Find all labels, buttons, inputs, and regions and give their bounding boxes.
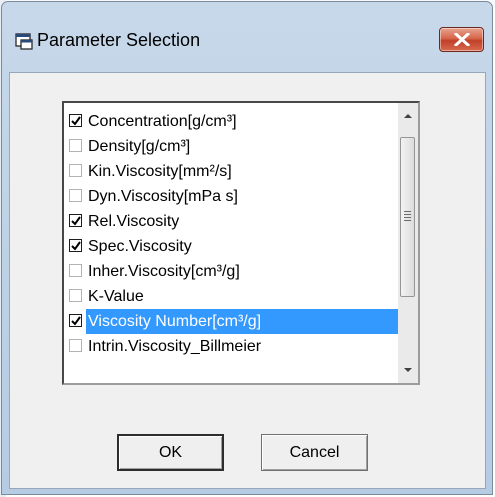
checklist-item-label: Intrin.Viscosity_Billmeier (88, 338, 262, 355)
checklist-item[interactable]: Dyn.Viscosity[mPa s] (64, 184, 400, 209)
checklist-item[interactable]: Kin.Viscosity[mm²/s] (64, 159, 400, 184)
checklist-rows: Concentration[g/cm³] Density[g/cm³] Kin.Vi… (64, 109, 400, 359)
checkbox[interactable] (69, 339, 82, 352)
checklist-item[interactable]: Inher.Viscosity[cm³/g] (64, 259, 400, 284)
checkmark-icon (71, 116, 81, 126)
checklist-item-label: Spec.Viscosity (88, 238, 192, 255)
checkmark-icon (71, 316, 81, 326)
checklist-item-label: Rel.Viscosity (88, 213, 180, 230)
checklist-item[interactable]: Concentration[g/cm³] (64, 109, 400, 134)
checkbox[interactable] (69, 164, 82, 177)
title-bar[interactable]: Parameter Selection (2, 2, 492, 72)
close-button[interactable] (439, 27, 484, 52)
cancel-button[interactable]: Cancel (261, 434, 368, 471)
checklist-item[interactable]: Viscosity Number[cm³/g] (64, 309, 400, 334)
parameter-selection-dialog: Parameter Selection Concentration[g/cm³]… (1, 1, 493, 495)
checklist-item-label: Viscosity Number[cm³/g] (86, 309, 398, 334)
grip-line-icon (404, 217, 411, 218)
grip-line-icon (404, 220, 411, 221)
checklist-item-label: Inher.Viscosity[cm³/g] (88, 263, 240, 280)
chevron-down-icon (404, 368, 412, 372)
grip-line-icon (404, 214, 411, 215)
checkbox[interactable] (69, 289, 82, 302)
checkbox[interactable] (69, 264, 82, 277)
window-title: Parameter Selection (37, 30, 201, 50)
checklist-item[interactable]: Rel.Viscosity (64, 209, 400, 234)
scroll-up-button[interactable] (398, 103, 418, 129)
grip-line-icon (404, 211, 411, 212)
ok-button[interactable]: OK (117, 434, 224, 471)
checkbox[interactable] (69, 114, 82, 127)
parameter-checklist[interactable]: Concentration[g/cm³] Density[g/cm³] Kin.Vi… (62, 101, 420, 385)
checkbox[interactable] (69, 139, 82, 152)
chevron-up-icon (404, 114, 412, 118)
scroll-down-button[interactable] (398, 357, 418, 383)
checkbox[interactable] (69, 189, 82, 202)
checklist-item[interactable]: Intrin.Viscosity_Billmeier (64, 334, 400, 359)
vertical-scrollbar[interactable] (398, 103, 418, 383)
checklist-item[interactable]: K-Value (64, 284, 400, 309)
checklist-item-label: K-Value (88, 288, 144, 305)
checkbox[interactable] (69, 314, 82, 327)
checklist-item-label: Kin.Viscosity[mm²/s] (88, 163, 232, 180)
checkmark-icon (71, 241, 81, 251)
checklist-item-label: Dyn.Viscosity[mPa s] (88, 188, 238, 205)
scrollbar-thumb[interactable] (400, 137, 415, 297)
checklist-item[interactable]: Density[g/cm³] (64, 134, 400, 159)
checklist-item-label: Concentration[g/cm³] (88, 113, 237, 130)
dialog-client-area: Concentration[g/cm³] Density[g/cm³] Kin.Vi… (9, 72, 486, 489)
window-app-icon (15, 33, 33, 50)
checkbox[interactable] (69, 239, 82, 252)
checklist-item[interactable]: Spec.Viscosity (64, 234, 400, 259)
checklist-item-label: Density[g/cm³] (88, 138, 191, 155)
checkmark-icon (71, 216, 81, 226)
close-x-icon (454, 33, 470, 46)
checkbox[interactable] (69, 214, 82, 227)
